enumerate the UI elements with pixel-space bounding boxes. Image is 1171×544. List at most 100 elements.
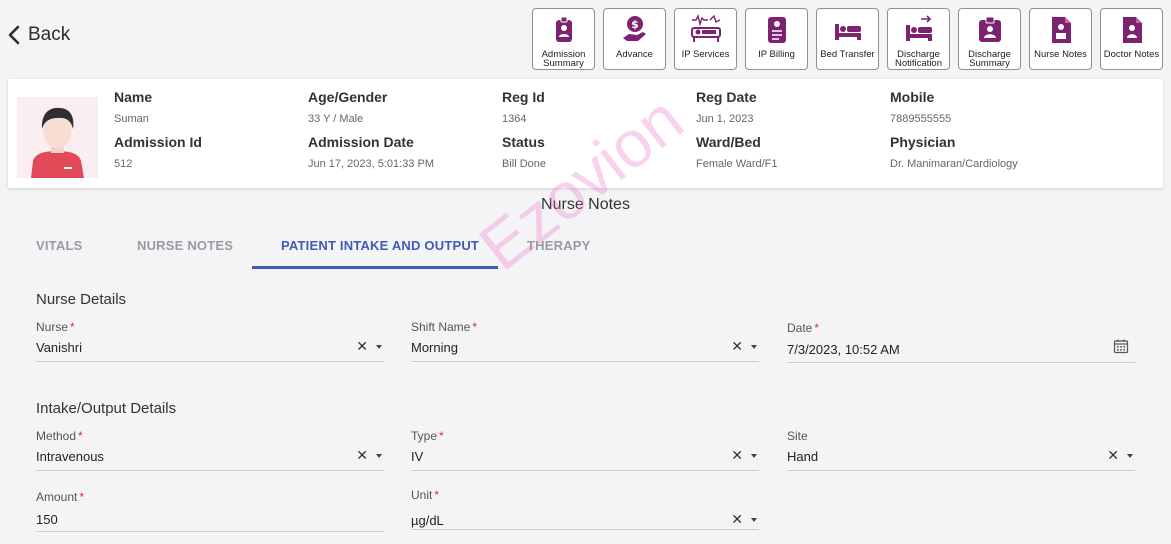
mobile-value: 7889555555	[890, 113, 952, 125]
billing-document-icon	[767, 17, 786, 43]
amount-input[interactable]: Amount * 150	[36, 490, 384, 532]
tab-vitals[interactable]: VITALS	[36, 238, 82, 253]
ward-label: Ward/Bed	[696, 134, 761, 150]
ip-billing-button[interactable]: IP Billing	[745, 8, 808, 70]
status-block: Status Bill Done	[502, 134, 546, 170]
status-value: Bill Done	[502, 158, 547, 170]
required-marker: *	[472, 320, 478, 334]
site-label: Site	[787, 429, 808, 443]
nurse-notes-button[interactable]: Nurse Notes	[1029, 8, 1092, 70]
clear-icon[interactable]: ✕	[356, 447, 368, 464]
nurse-value: Vanishri	[36, 340, 83, 355]
admid-label: Admission Id	[114, 134, 202, 150]
name-value: Suman	[114, 113, 149, 125]
discharge-summary-label: Discharge Summary	[968, 49, 1011, 69]
dropdown-arrow-icon[interactable]	[376, 453, 382, 458]
patient-name-block: Name Suman	[114, 89, 152, 125]
io-details-heading: Intake/Output Details	[36, 400, 177, 417]
required-marker: *	[70, 320, 75, 334]
ip-services-button[interactable]: IP Services	[674, 8, 737, 70]
discharge-notification-button[interactable]: Discharge Notification	[887, 8, 950, 70]
reg-date-block: Reg Date Jun 1, 2023	[696, 89, 757, 125]
clipboard-person-icon	[978, 16, 1001, 42]
site-select[interactable]: Site Hand ✕	[787, 429, 1135, 471]
action-toolbar: Admission Summary $ Advance IP Services …	[532, 8, 1163, 70]
mobile-block: Mobile 7889555555	[890, 89, 951, 125]
reg-id-block: Reg Id 1364	[502, 89, 545, 125]
clear-icon[interactable]: ✕	[731, 511, 743, 528]
required-marker: *	[78, 429, 83, 443]
tab-patient-intake-output[interactable]: PATIENT INTAKE AND OUTPUT	[281, 238, 479, 253]
ward-bed-block: Ward/Bed Female Ward/F1	[696, 134, 778, 170]
clear-icon[interactable]: ✕	[731, 447, 743, 464]
unit-label: Unit	[411, 488, 433, 502]
bed-icon	[834, 24, 861, 40]
required-marker: *	[439, 429, 444, 443]
date-picker-field[interactable]: Date * 7/3/2023, 10:52 AM	[787, 321, 1135, 363]
required-marker: *	[814, 321, 820, 335]
discharge-summary-button[interactable]: Discharge Summary	[958, 8, 1021, 70]
advance-label: Advance	[616, 49, 653, 60]
regdate-label: Reg Date	[696, 89, 757, 105]
amount-label: Amount	[36, 490, 78, 504]
tab-therapy[interactable]: THERAPY	[527, 238, 591, 253]
doctor-document-icon	[1122, 17, 1142, 43]
clear-icon[interactable]: ✕	[356, 338, 368, 355]
method-value: Intravenous	[36, 449, 104, 464]
type-value: IV	[411, 449, 424, 464]
admission-summary-button[interactable]: Admission Summary	[532, 8, 595, 70]
age-value: 33 Y / Male	[308, 113, 364, 125]
name-label: Name	[114, 89, 153, 105]
dropdown-arrow-icon[interactable]	[751, 344, 757, 349]
ward-value: Female Ward/F1	[696, 158, 778, 170]
patient-avatar-icon	[31, 107, 84, 178]
dropdown-arrow-icon[interactable]	[376, 344, 382, 349]
bed-transfer-button[interactable]: Bed Transfer	[816, 8, 879, 70]
regdate-value: Jun 1, 2023	[696, 113, 754, 125]
tab-nurse-notes[interactable]: NURSE NOTES	[137, 238, 233, 253]
admdate-value: Jun 17, 2023, 5:01:33 PM	[308, 158, 434, 170]
status-label: Status	[502, 134, 545, 150]
dropdown-arrow-icon[interactable]	[751, 517, 757, 522]
clear-icon[interactable]: ✕	[731, 338, 743, 355]
type-select[interactable]: Type * IV ✕	[411, 429, 759, 471]
id-badge-icon	[555, 16, 572, 42]
doctor-notes-label: Doctor Notes	[1103, 49, 1160, 60]
unit-value: µg/dL	[411, 513, 444, 528]
advance-button[interactable]: $ Advance	[603, 8, 666, 70]
doctor-notes-button[interactable]: Doctor Notes	[1100, 8, 1163, 70]
shift-label: Shift Name	[411, 320, 471, 334]
nurse-select[interactable]: Nurse * Vanishri ✕	[36, 320, 384, 362]
bed-exit-icon	[905, 15, 932, 41]
mobile-label: Mobile	[890, 89, 935, 105]
active-tab-indicator	[252, 266, 498, 269]
back-button[interactable]: Back	[8, 24, 70, 46]
chevron-left-icon	[8, 25, 20, 45]
date-label: Date	[787, 321, 813, 335]
clear-icon[interactable]: ✕	[1107, 447, 1119, 464]
reg-label: Reg Id	[502, 89, 545, 105]
admdate-label: Admission Date	[308, 134, 414, 150]
dropdown-arrow-icon[interactable]	[1127, 453, 1133, 458]
amount-value: 150	[36, 512, 58, 527]
age-label: Age/Gender	[308, 89, 388, 105]
date-value: 7/3/2023, 10:52 AM	[787, 342, 900, 357]
age-gender-block: Age/Gender 33 Y / Male	[308, 89, 387, 125]
admission-summary-label: Admission Summary	[541, 49, 586, 69]
tab-bar: VITALS NURSE NOTES PATIENT INTAKE AND OU…	[0, 234, 1171, 270]
nurse-label: Nurse	[36, 320, 69, 334]
nurse-document-icon	[1051, 17, 1071, 43]
required-marker: *	[434, 488, 440, 502]
unit-select[interactable]: Unit * µg/dL ✕	[411, 488, 759, 530]
calendar-icon[interactable]	[1113, 338, 1129, 354]
ip-billing-label: IP Billing	[758, 49, 795, 60]
admission-id-block: Admission Id 512	[114, 134, 202, 170]
method-select[interactable]: Method * Intravenous ✕	[36, 429, 384, 471]
shift-value: Morning	[411, 340, 458, 355]
nurse-details-heading: Nurse Details	[36, 291, 127, 308]
shift-name-select[interactable]: Shift Name * Morning ✕	[411, 320, 759, 362]
svg-text:$: $	[631, 18, 639, 31]
site-value: Hand	[787, 449, 819, 464]
method-label: Method	[36, 429, 77, 443]
dropdown-arrow-icon[interactable]	[751, 453, 757, 458]
